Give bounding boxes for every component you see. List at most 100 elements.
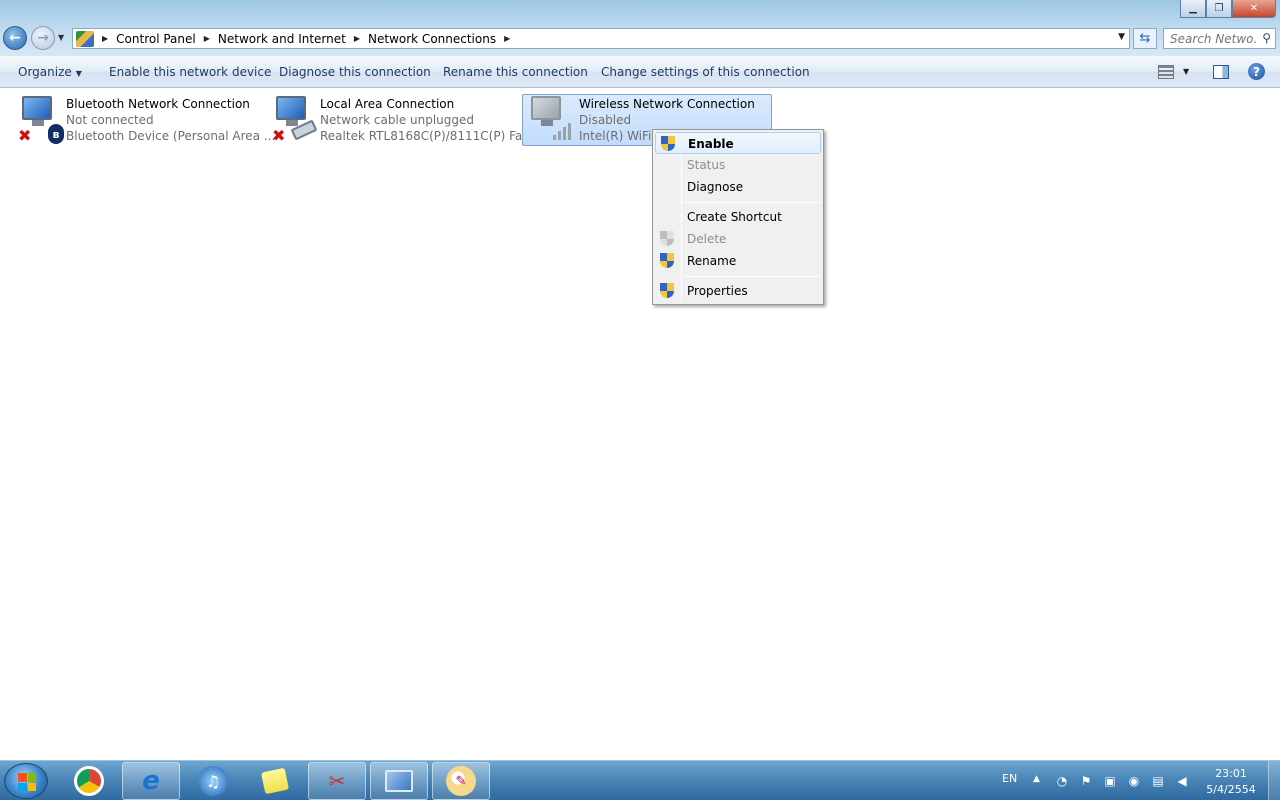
menu-item-properties[interactable]: Properties bbox=[655, 280, 821, 302]
wireless-disabled-icon[interactable]: ◔ bbox=[1054, 773, 1070, 789]
breadcrumb-control-panel[interactable]: Control Panel bbox=[116, 32, 196, 46]
network-window-icon bbox=[385, 770, 413, 792]
disconnected-x-icon: ✖ bbox=[18, 126, 32, 145]
chevron-right-icon[interactable]: ▶ bbox=[354, 34, 360, 43]
menu-item-create-shortcut[interactable]: Create Shortcut bbox=[655, 206, 821, 228]
window-controls: ▁ ❐ ✕ bbox=[1180, 0, 1276, 18]
close-button[interactable]: ✕ bbox=[1232, 0, 1276, 18]
menu-item-enable[interactable]: Enable bbox=[655, 132, 821, 154]
address-bar[interactable]: ▶ Control Panel ▶ Network and Internet ▶… bbox=[72, 28, 1130, 49]
enable-device-button[interactable]: Enable this network device bbox=[109, 65, 271, 79]
connection-status: Not connected bbox=[66, 113, 154, 127]
start-button[interactable] bbox=[4, 763, 48, 799]
menu-item-rename[interactable]: Rename bbox=[655, 250, 821, 272]
recent-pages-dropdown-icon[interactable]: ▼ bbox=[58, 33, 64, 42]
chevron-down-icon: ▼ bbox=[75, 69, 82, 78]
action-center-flag-icon[interactable]: ⚑ bbox=[1078, 773, 1094, 789]
change-settings-button[interactable]: Change settings of this connection bbox=[601, 65, 810, 79]
chrome-icon bbox=[74, 766, 104, 796]
search-icon[interactable]: ⚲ bbox=[1262, 31, 1271, 45]
control-panel-icon bbox=[76, 30, 94, 47]
menu-item-label: Create Shortcut bbox=[687, 210, 782, 224]
rename-connection-button[interactable]: Rename this connection bbox=[443, 65, 588, 79]
breadcrumb-network-connections[interactable]: Network Connections bbox=[368, 32, 496, 46]
menu-item-label: Diagnose bbox=[687, 180, 744, 194]
connection-name: Wireless Network Connection bbox=[579, 97, 755, 111]
utility-tray-icon[interactable]: ◉ bbox=[1126, 773, 1142, 789]
menu-item-label: Status bbox=[687, 158, 726, 172]
menu-item-label: Enable bbox=[688, 137, 734, 151]
preview-pane-icon[interactable] bbox=[1213, 65, 1229, 79]
change-view-icon[interactable] bbox=[1158, 65, 1174, 79]
menu-item-diagnose[interactable]: Diagnose bbox=[655, 176, 821, 198]
uac-shield-icon bbox=[661, 136, 675, 152]
scissors-icon: ✂ bbox=[328, 769, 346, 793]
taskbar-internet-explorer[interactable]: e bbox=[122, 762, 180, 800]
uac-shield-icon bbox=[660, 231, 674, 247]
uac-shield-icon bbox=[660, 283, 674, 299]
taskbar-snipping-tool[interactable]: ✂ bbox=[308, 762, 366, 800]
taskbar-control-panel[interactable] bbox=[370, 762, 428, 800]
network-status-icon[interactable]: ▣ bbox=[1102, 773, 1118, 789]
show-desktop-button[interactable] bbox=[1268, 761, 1280, 800]
signal-bars-icon bbox=[553, 122, 573, 140]
itunes-icon: ♫ bbox=[198, 766, 228, 796]
help-icon[interactable]: ? bbox=[1248, 63, 1265, 80]
safely-remove-hardware-icon[interactable]: ▤ bbox=[1150, 773, 1166, 789]
input-language-indicator[interactable]: EN bbox=[1002, 772, 1017, 785]
organize-label: Organize bbox=[18, 65, 72, 79]
connection-name: Bluetooth Network Connection bbox=[66, 97, 250, 111]
chevron-right-icon[interactable]: ▶ bbox=[504, 34, 510, 43]
back-button[interactable]: ← bbox=[3, 26, 27, 50]
menu-item-label: Properties bbox=[687, 284, 748, 298]
search-box[interactable]: ⚲ bbox=[1163, 28, 1276, 49]
connection-item-local-area[interactable]: ✖ Local Area Connection Network cable un… bbox=[266, 94, 534, 146]
menu-item-label: Rename bbox=[687, 254, 737, 268]
uac-shield-icon bbox=[660, 253, 674, 269]
windows-logo-icon bbox=[18, 773, 36, 791]
address-history-dropdown-icon[interactable]: ▼ bbox=[1118, 32, 1125, 42]
taskbar-chrome[interactable] bbox=[60, 762, 118, 800]
restore-button[interactable]: ❐ bbox=[1206, 0, 1232, 18]
diagnose-connection-button[interactable]: Diagnose this connection bbox=[279, 65, 431, 79]
command-bar: Organize ▼ Enable this network device Dia… bbox=[0, 56, 1280, 88]
connection-device: Realtek RTL8168C(P)/8111C(P) Fa... bbox=[320, 129, 534, 143]
bluetooth-icon: ʙ bbox=[48, 124, 64, 144]
show-hidden-icons-icon[interactable]: ▲ bbox=[1033, 774, 1040, 784]
network-computer-icon bbox=[527, 96, 571, 140]
menu-item-status: Status bbox=[655, 154, 821, 176]
internet-explorer-icon: e bbox=[142, 766, 160, 796]
connection-item-bluetooth[interactable]: ✖ ʙ Bluetooth Network Connection Not con… bbox=[12, 94, 275, 146]
organize-button[interactable]: Organize ▼ bbox=[18, 65, 82, 79]
chevron-right-icon[interactable]: ▶ bbox=[102, 34, 108, 43]
refresh-button[interactable]: ⇆ bbox=[1133, 28, 1157, 49]
network-computer-icon: ✖ ʙ bbox=[18, 96, 64, 144]
volume-icon[interactable]: ◀ bbox=[1174, 773, 1190, 789]
clock-time: 23:01 bbox=[1215, 767, 1247, 780]
paint-palette-icon: ✎ bbox=[446, 766, 476, 796]
breadcrumb-network-and-internet[interactable]: Network and Internet bbox=[218, 32, 346, 46]
minimize-button[interactable]: ▁ bbox=[1180, 0, 1206, 18]
view-options-dropdown-icon[interactable]: ▼ bbox=[1183, 67, 1189, 76]
connection-name: Local Area Connection bbox=[320, 97, 455, 111]
menu-item-delete: Delete bbox=[655, 228, 821, 250]
connection-status: Network cable unplugged bbox=[320, 113, 475, 127]
system-clock[interactable]: 23:01 5/4/2554 bbox=[1202, 766, 1260, 798]
forward-button[interactable]: → bbox=[31, 26, 55, 50]
clock-date: 5/4/2554 bbox=[1206, 783, 1256, 796]
connection-device: Bluetooth Device (Personal Area ... bbox=[66, 129, 276, 143]
connection-status: Disabled bbox=[579, 113, 632, 127]
search-input[interactable] bbox=[1164, 29, 1256, 48]
taskbar-sticky-notes[interactable] bbox=[246, 762, 304, 800]
window-titlebar: ▁ ❐ ✕ ← → ▼ ▶ Control Panel ▶ Network an… bbox=[0, 0, 1280, 56]
menu-item-label: Delete bbox=[687, 232, 727, 246]
context-menu: Enable Status Diagnose Create Shortcut D… bbox=[652, 129, 824, 305]
chevron-right-icon[interactable]: ▶ bbox=[204, 34, 210, 43]
taskbar-paint[interactable]: ✎ bbox=[432, 762, 490, 800]
disconnected-x-icon: ✖ bbox=[272, 126, 286, 145]
taskbar-itunes[interactable]: ♫ bbox=[184, 762, 242, 800]
menu-separator bbox=[683, 202, 821, 203]
menu-separator bbox=[683, 276, 821, 277]
sticky-notes-icon bbox=[260, 767, 290, 795]
taskbar: e ♫ ✂ ✎ EN ▲ ◔ ⚑ ▣ ◉ ▤ ◀ 23:01 5/4/2554 bbox=[0, 760, 1280, 800]
